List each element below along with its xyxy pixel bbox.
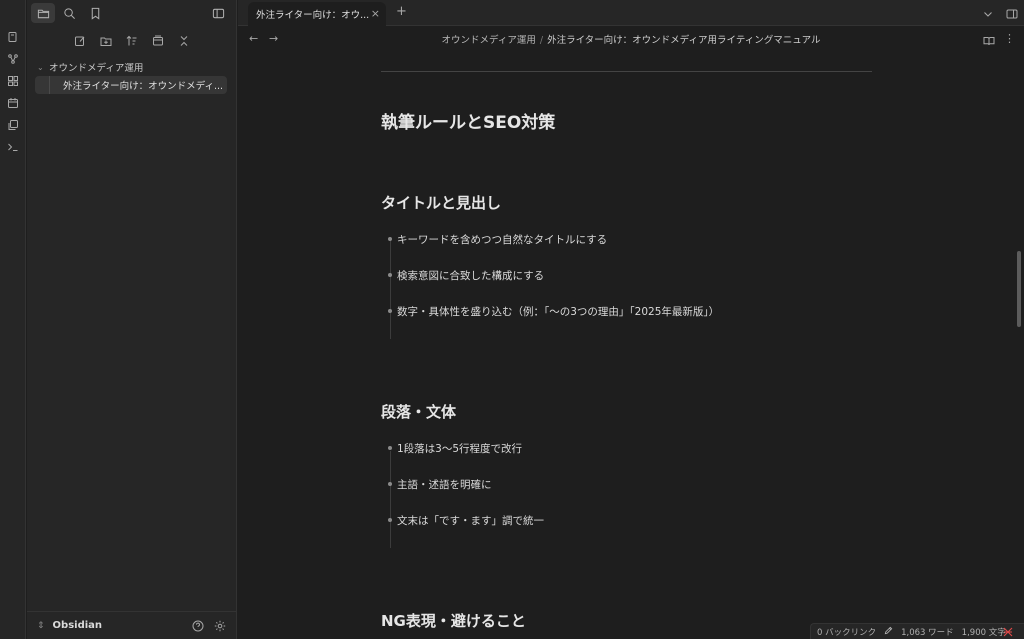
templates-icon[interactable] [0, 114, 26, 136]
tree-file-active[interactable]: 外注ライター向け：オウンドメディ... [35, 76, 227, 94]
toggle-right-sidebar-icon[interactable] [1006, 5, 1018, 24]
file-label: 外注ライター向け：オウンドメディ... [63, 81, 224, 92]
list-item: 文末は「です・ます」調で統一 [397, 515, 544, 527]
tab-list-chevron-icon[interactable] [982, 5, 994, 24]
open-quick-switcher-icon[interactable] [0, 26, 26, 48]
search-tab-button[interactable] [57, 3, 81, 23]
bullet-icon [388, 518, 392, 522]
editor[interactable]: 執筆ルールとSEO対策 タイトルと見出し キーワードを含めつつ自然なタイトルにす… [238, 51, 1024, 639]
editing-mode-pencil-icon[interactable] [884, 626, 893, 638]
view-header: ← → オウンドメディア運用 / 外注ライター向け：オウンドメディア用ライティングマ… [238, 27, 1024, 51]
more-options-icon[interactable]: ⋮ [1004, 32, 1015, 45]
character-count: 1,900 文字 [961, 627, 1006, 638]
collapse-sidebar-icon[interactable] [208, 3, 228, 23]
file-tree: ⌄ オウンドメディア運用 外注ライター向け：オウンドメディ... [27, 56, 236, 94]
sync-status-icon[interactable] [1003, 627, 1013, 637]
new-folder-icon[interactable] [97, 32, 115, 50]
vault-switcher[interactable]: ⇕ Obsidian [27, 611, 237, 639]
reading-view-book-icon[interactable] [983, 32, 995, 51]
close-tab-icon[interactable]: × [371, 7, 380, 20]
new-tab-icon[interactable]: + [396, 4, 407, 19]
breadcrumb-note-title[interactable]: 外注ライター向け：オウンドメディア用ライティングマニュアル [547, 35, 820, 46]
auto-reveal-icon[interactable] [149, 32, 167, 50]
breadcrumb: オウンドメディア運用 / 外注ライター向け：オウンドメディア用ライティングマニュアル [238, 32, 1024, 46]
graph-view-icon[interactable] [0, 48, 26, 70]
word-count: 1,063 ワード [901, 627, 954, 638]
list-item: 主語・述語を明確に [397, 479, 492, 491]
backlinks-count[interactable]: 0 バックリンク [817, 626, 876, 638]
tab-title: 外注ライター向け：オウ... [256, 10, 370, 21]
bookmarks-tab-button[interactable] [83, 3, 107, 23]
sort-order-icon[interactable] [123, 32, 141, 50]
horizontal-rule [381, 71, 872, 72]
editor-scrollbar[interactable] [1017, 251, 1021, 327]
vault-name: Obsidian [52, 620, 103, 631]
sidebar-tab-header [27, 0, 236, 26]
new-note-icon[interactable] [71, 32, 89, 50]
file-explorer-actions [27, 26, 236, 56]
section-heading: NG表現・避けること [381, 612, 526, 630]
breadcrumb-separator: / [539, 35, 544, 46]
left-sidebar: ⌄ オウンドメディア運用 外注ライター向け：オウンドメディ... ⇕ Obsid… [27, 0, 237, 639]
bullet-icon [388, 446, 392, 450]
breadcrumb-folder[interactable]: オウンドメディア運用 [442, 35, 536, 46]
list-item: 検索意図に合致した構成にする [397, 270, 545, 282]
list-item: キーワードを含めつつ自然なタイトルにする [397, 234, 608, 246]
tree-folder[interactable]: ⌄ オウンドメディア運用 [27, 58, 236, 76]
files-tab-button[interactable] [31, 3, 55, 23]
section-heading: 段落・文体 [381, 403, 457, 421]
bullet-icon [388, 237, 392, 241]
chevron-up-down-icon: ⇕ [37, 620, 45, 631]
ribbon [0, 0, 26, 639]
canvas-icon[interactable] [0, 70, 26, 92]
bullet-icon [388, 273, 392, 277]
indent-guide [390, 451, 391, 548]
heading-2: 執筆ルールとSEO対策 [381, 113, 556, 133]
settings-gear-icon[interactable] [213, 619, 227, 633]
chevron-down-icon: ⌄ [37, 62, 44, 72]
calendar-icon[interactable] [0, 92, 26, 114]
bullet-icon [388, 309, 392, 313]
terminal-icon[interactable] [0, 136, 26, 158]
list-item: 数字・具体性を盛り込む（例：「〜の3つの理由」「2025年最新版」） [397, 306, 720, 318]
tab-bar: 外注ライター向け：オウ... × + [238, 0, 1024, 26]
bullet-icon [388, 482, 392, 486]
status-bar: 0 バックリンク 1,063 ワード 1,900 文字 [810, 623, 1024, 639]
indent-guide [390, 241, 391, 339]
help-icon[interactable] [191, 619, 205, 633]
folder-label: オウンドメディア運用 [49, 63, 144, 74]
collapse-all-icon[interactable] [175, 32, 193, 50]
section-heading: タイトルと見出し [381, 194, 502, 212]
list-item: 1段落は3〜5行程度で改行 [397, 443, 523, 455]
active-tab[interactable]: 外注ライター向け：オウ... × [248, 2, 386, 26]
